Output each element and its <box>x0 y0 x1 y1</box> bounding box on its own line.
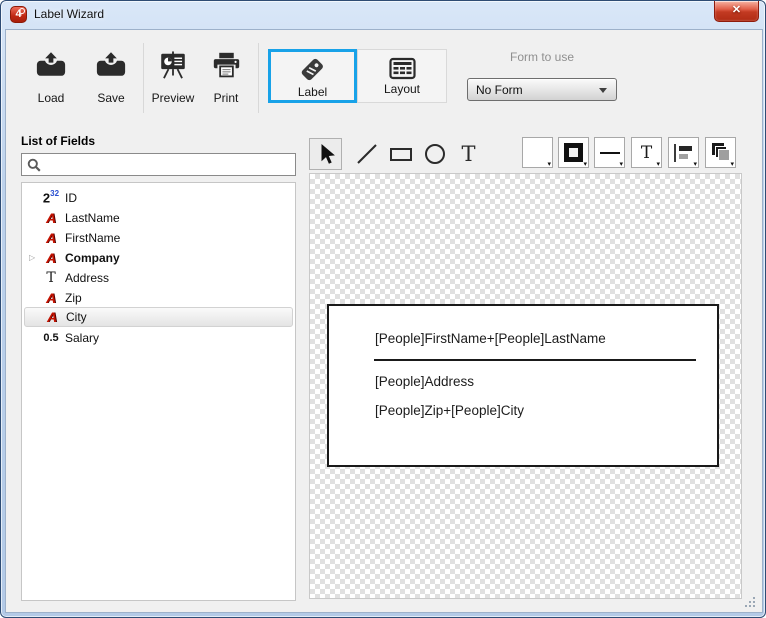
dropdown-arrow-icon: ▾ <box>656 160 660 168</box>
cursor-arrow-icon <box>315 142 337 166</box>
save-button[interactable]: Save <box>87 51 135 105</box>
close-button[interactable]: ✕ <box>714 1 759 22</box>
align-button[interactable]: ▾ <box>668 137 699 168</box>
preview-label: Preview <box>152 91 195 105</box>
search-input[interactable] <box>45 158 290 172</box>
print-label: Print <box>214 91 239 105</box>
label-divider-line[interactable] <box>374 359 696 361</box>
field-row-city[interactable]: A City <box>24 307 293 327</box>
text-type-icon: T <box>40 270 62 286</box>
print-icon <box>212 51 241 80</box>
tag-icon <box>299 58 326 85</box>
arrange-layers-icon <box>711 143 731 163</box>
alpha-type-icon: A <box>40 230 62 246</box>
field-row-salary[interactable]: 0.5 Salary <box>24 328 293 348</box>
select-tool[interactable] <box>309 138 342 170</box>
label-field-line[interactable]: [People]FirstName+[People]LastName <box>375 331 606 346</box>
load-icon <box>35 51 67 78</box>
preview-button[interactable]: Preview <box>147 51 199 105</box>
dropdown-arrow-icon: ▾ <box>730 160 734 168</box>
tab-label[interactable]: Label <box>268 49 357 103</box>
resize-grip[interactable] <box>745 597 757 609</box>
combo-arrow-icon <box>599 88 607 93</box>
real-type-icon: 0.5 <box>40 332 62 344</box>
form-select-value: No Form <box>476 83 523 97</box>
form-select[interactable]: No Form <box>467 78 617 101</box>
rectangle-tool[interactable] <box>384 138 417 170</box>
alpha-type-icon: A <box>40 290 62 306</box>
save-icon <box>95 51 127 78</box>
border-style-button[interactable]: ▾ <box>558 137 589 168</box>
align-icon <box>673 143 694 163</box>
field-list: 232 ID A LastName A FirstName ▷ A Compan… <box>21 182 296 601</box>
form-to-use-label: Form to use <box>467 50 617 64</box>
field-row-address[interactable]: T Address <box>24 268 293 288</box>
field-row-zip[interactable]: A Zip <box>24 288 293 308</box>
search-icon <box>27 158 41 172</box>
rectangle-icon <box>389 142 413 166</box>
tab-layout[interactable]: Layout <box>357 49 447 103</box>
alpha-type-icon: A <box>40 210 62 226</box>
text-style-icon: T <box>641 143 652 163</box>
text-style-button[interactable]: T ▾ <box>631 137 662 168</box>
oval-icon <box>423 142 447 166</box>
dropdown-arrow-icon: ▾ <box>693 160 697 168</box>
save-label: Save <box>97 91 124 105</box>
field-row-lastname[interactable]: A LastName <box>24 208 293 228</box>
field-search-box[interactable] <box>21 153 296 176</box>
print-button[interactable]: Print <box>202 51 250 105</box>
field-row-company[interactable]: ▷ A Company <box>24 248 293 268</box>
line-icon <box>355 142 379 166</box>
integer-type-icon: 232 <box>40 189 62 207</box>
close-icon: ✕ <box>732 4 741 16</box>
text-tool-icon: T <box>461 142 475 166</box>
dropdown-arrow-icon: ▾ <box>547 160 551 168</box>
layout-grid-icon <box>389 56 416 81</box>
border-frame-icon <box>564 143 583 162</box>
tab-label-text: Label <box>298 85 327 99</box>
label-wizard-window: 4 Label Wizard ✕ Load Save <box>0 0 766 618</box>
window-title: Label Wizard <box>34 7 104 21</box>
field-row-firstname[interactable]: A FirstName <box>24 228 293 248</box>
expand-arrow-icon[interactable]: ▷ <box>29 253 35 262</box>
text-tool[interactable]: T <box>452 138 485 170</box>
dropdown-arrow-icon: ▾ <box>583 160 587 168</box>
field-row-id[interactable]: 232 ID <box>24 188 293 208</box>
line-width-button[interactable]: ▾ <box>594 137 625 168</box>
alpha-type-icon: A <box>41 309 63 325</box>
line-tool[interactable] <box>350 138 383 170</box>
toolbar-separator <box>258 43 259 113</box>
dropdown-arrow-icon: ▾ <box>619 160 623 168</box>
tab-layout-text: Layout <box>384 82 420 96</box>
alpha-type-icon: A <box>40 250 62 266</box>
toolbar-separator <box>143 43 144 113</box>
line-width-icon <box>600 152 620 154</box>
label-design-canvas[interactable]: [People]FirstName+[People]LastName [Peop… <box>309 173 742 599</box>
titlebar[interactable]: 4 Label Wizard ✕ <box>1 1 765 29</box>
label-field-line[interactable]: [People]Zip+[People]City <box>375 403 524 418</box>
fields-panel-title: List of Fields <box>21 134 95 148</box>
fill-color-button[interactable]: ▾ <box>522 137 553 168</box>
4d-app-icon: 4 <box>10 6 27 23</box>
label-preview-box[interactable]: [People]FirstName+[People]LastName [Peop… <box>327 304 719 467</box>
arrange-button[interactable]: ▾ <box>705 137 736 168</box>
oval-tool[interactable] <box>418 138 451 170</box>
load-button[interactable]: Load <box>27 51 75 105</box>
preview-icon <box>158 51 188 80</box>
load-label: Load <box>38 91 65 105</box>
label-field-line[interactable]: [People]Address <box>375 374 474 389</box>
